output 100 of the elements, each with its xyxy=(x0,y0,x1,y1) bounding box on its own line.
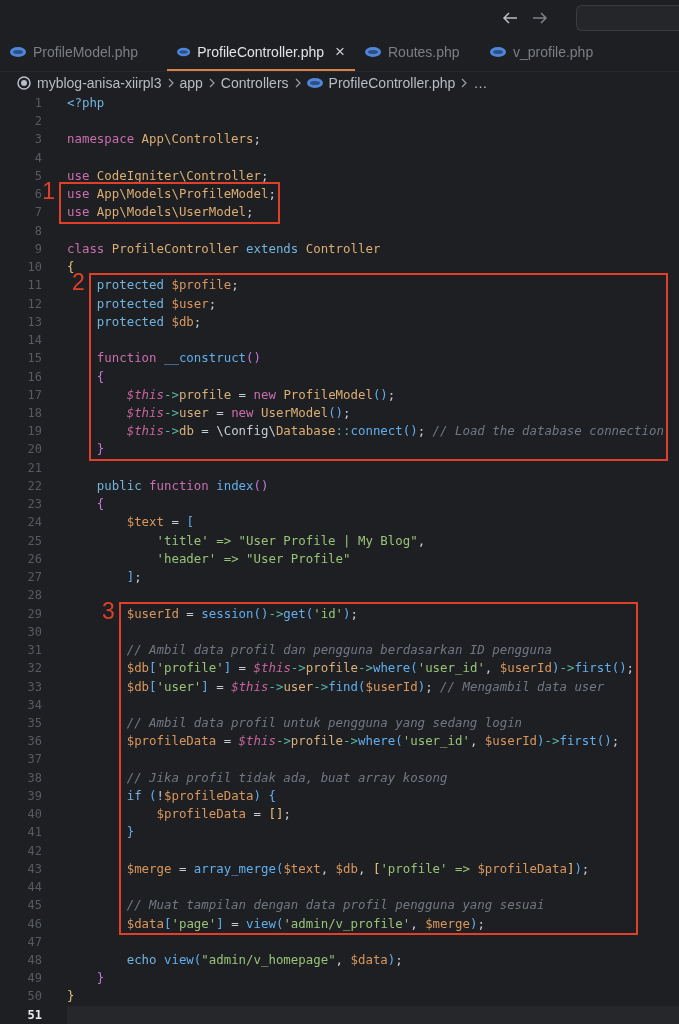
code-line: protected $user; xyxy=(96,295,217,311)
php-file-icon xyxy=(490,47,506,57)
chevron-icon xyxy=(167,78,174,88)
code-line: $profileData = []; xyxy=(156,806,291,822)
line-number: 47 xyxy=(26,933,42,951)
line-number: 5 xyxy=(33,167,42,185)
line-number: 36 xyxy=(26,733,42,751)
line-number: 12 xyxy=(26,295,42,313)
line-number: 31 xyxy=(26,642,42,660)
chevron-icon xyxy=(461,78,468,88)
breadcrumb-item[interactable]: myblog-anisa-xiirpl3 xyxy=(37,75,162,91)
editor-tab[interactable]: v_profile.php xyxy=(480,35,604,71)
code-line: use CodeIgniter\Controller; xyxy=(67,167,269,183)
editor-tab[interactable]: ProfileModel.php xyxy=(0,35,167,71)
code-line: $data['page'] = view('admin/v_profile', $merge); xyxy=(126,915,485,931)
line-number: 44 xyxy=(26,879,42,897)
code-line: class ProfileController extends Controller xyxy=(67,240,381,256)
code-line: { xyxy=(96,368,105,384)
search-field[interactable] xyxy=(576,4,679,31)
code-line: public function index() xyxy=(96,477,269,493)
line-number: 34 xyxy=(26,696,42,714)
code-line: // Muat tampilan dengan data profil pengguna yang sesuai xyxy=(126,897,545,913)
forward-arrow-icon[interactable] xyxy=(532,10,548,25)
annotation-number: 3 xyxy=(101,599,115,623)
line-number: 43 xyxy=(26,860,42,878)
line-number: 46 xyxy=(26,915,42,933)
line-number: 19 xyxy=(26,423,42,441)
code-line: echo view("admin/v_homepage", $data); xyxy=(126,952,403,967)
line-number: 50 xyxy=(26,988,42,1006)
line-number: 38 xyxy=(26,769,42,787)
php-file-icon xyxy=(365,47,381,57)
line-number: 37 xyxy=(26,751,42,769)
code-line: <?php xyxy=(67,95,105,110)
chevron-icon xyxy=(208,78,215,88)
code-line: } xyxy=(96,970,105,986)
line-number: 25 xyxy=(26,532,42,550)
line-number: 24 xyxy=(26,514,42,532)
code-line: $profileData = $this->profile->where('user_id', $userId)->first(); xyxy=(126,733,620,749)
line-number: 10 xyxy=(26,259,42,277)
code-line: use App\Models\ProfileModel; xyxy=(67,186,276,202)
line-number: 4 xyxy=(33,149,42,167)
breadcrumb-item[interactable]: ProfileController.php xyxy=(328,75,456,91)
chevron-icon xyxy=(294,78,301,88)
line-number: 39 xyxy=(26,787,42,805)
code-line: namespace App\Controllers; xyxy=(67,131,261,147)
code-line: 'header' => "User Profile" xyxy=(156,550,351,566)
line-number: 27 xyxy=(26,569,42,587)
line-number: 45 xyxy=(26,897,42,915)
breadcrumb-more[interactable]: … xyxy=(473,75,488,91)
line-number: 22 xyxy=(26,477,42,495)
line-number: 17 xyxy=(26,386,42,404)
line-number: 30 xyxy=(26,623,42,641)
code-line: $db['profile'] = $this->profile->where('user_id', $userId)->first(); xyxy=(126,660,635,676)
code-line: 'title' => "User Profile | My Blog", xyxy=(156,532,426,548)
line-number: 13 xyxy=(26,313,42,331)
line-number: 32 xyxy=(26,660,42,678)
code-line: function __construct() xyxy=(96,350,261,366)
code-line: $this->user = new UserModel(); xyxy=(126,405,351,420)
line-number: 14 xyxy=(26,332,42,350)
code-line: } xyxy=(96,441,105,457)
code-line: { xyxy=(96,496,105,512)
code-line: // Jika profil tidak ada, buat array kosong xyxy=(126,769,448,785)
line-number: 49 xyxy=(26,970,42,988)
line-number: 9 xyxy=(33,240,42,258)
code-line: $userId = session()->get('id'); xyxy=(126,605,358,621)
line-number: 11 xyxy=(26,277,42,295)
back-arrow-icon[interactable] xyxy=(502,10,518,25)
code-line: use App\Models\UserModel; xyxy=(67,204,254,220)
line-number: 33 xyxy=(26,678,42,696)
php-file-icon xyxy=(306,78,323,88)
line-number: 20 xyxy=(26,441,42,459)
line-number: 23 xyxy=(26,496,42,514)
code-line: $text = [ xyxy=(126,514,194,530)
php-file-icon xyxy=(10,47,26,57)
line-number: 7 xyxy=(33,204,42,222)
line-number: 26 xyxy=(26,550,42,568)
line-number: 48 xyxy=(26,952,42,969)
code-line: ]; xyxy=(126,569,142,585)
code-line: } xyxy=(67,988,75,1004)
close-tab-button[interactable]: × xyxy=(335,42,345,62)
breadcrumb-item[interactable]: Controllers xyxy=(220,75,289,91)
code-line: if (!$profileData) { xyxy=(126,787,276,803)
line-number: 1 xyxy=(33,95,42,112)
line-number: 15 xyxy=(26,350,42,368)
line-number: 35 xyxy=(26,714,42,732)
code-line: // Ambil data profil untuk pengguna yang sedang login xyxy=(126,714,523,730)
line-number: 28 xyxy=(26,587,42,605)
annotation-number: 1 xyxy=(42,180,55,204)
line-number: 42 xyxy=(26,842,42,860)
code-line: $merge = array_merge($text, $db, ['profile' => $profileData]); xyxy=(126,860,590,876)
code-line: // Ambil data profil dan pengguna berdasarkan ID pengguna xyxy=(126,642,552,658)
editor-tab[interactable]: Routes.php xyxy=(355,35,480,71)
php-file-icon xyxy=(177,47,191,57)
code-line: $db['user'] = $this->user->find($userId); // Mengambil data user xyxy=(126,678,605,694)
code-line: protected $db; xyxy=(96,313,202,329)
breadcrumb-item[interactable]: app xyxy=(179,75,203,91)
line-number: 29 xyxy=(26,605,42,623)
code-line: } xyxy=(126,824,135,840)
line-number: 18 xyxy=(26,405,42,422)
line-number: 3 xyxy=(33,131,42,149)
